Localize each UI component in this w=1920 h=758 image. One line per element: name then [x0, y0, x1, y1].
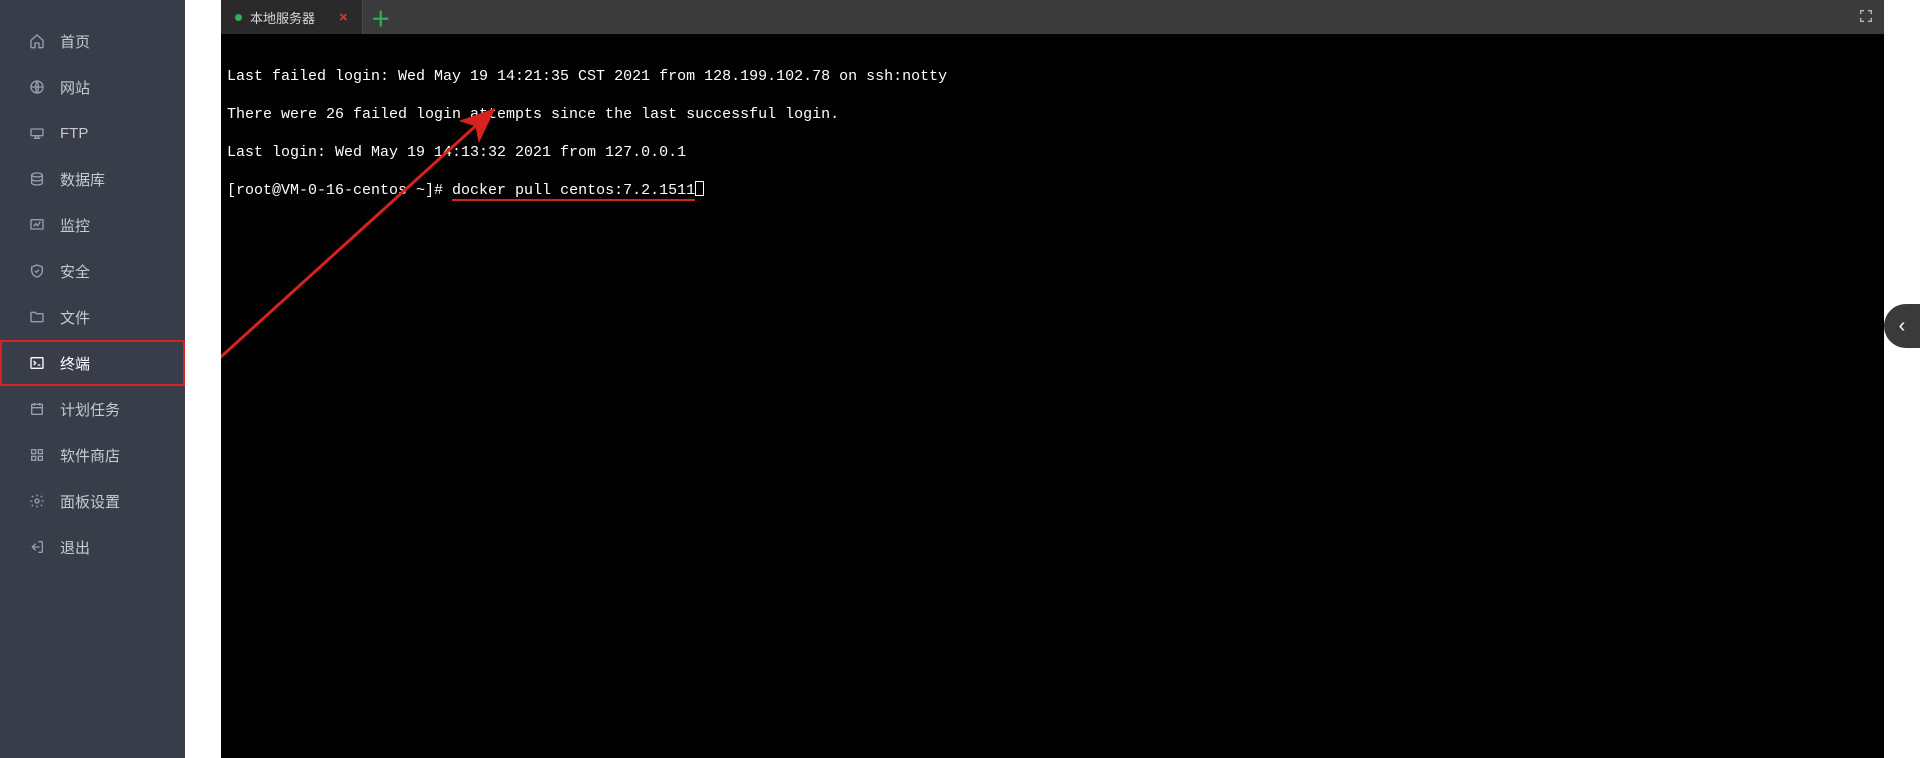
- terminal-prompt-line: [root@VM-0-16-centos ~]# docker pull cen…: [227, 181, 1878, 200]
- tab-close-icon[interactable]: ×: [339, 9, 348, 26]
- sidebar-item-label: 终端: [60, 353, 90, 374]
- sidebar-gap: [185, 0, 221, 758]
- tab-add-button[interactable]: ＋: [363, 0, 399, 34]
- chevron-left-icon: ‹: [1899, 315, 1906, 338]
- home-icon: [28, 32, 46, 50]
- tab-label: 本地服务器: [250, 8, 315, 27]
- terminal-line: Last login: Wed May 19 14:13:32 2021 fro…: [227, 143, 1878, 162]
- sidebar-item-label: 退出: [60, 537, 90, 558]
- sidebar-item-label: 监控: [60, 215, 90, 236]
- sidebar-item-label: 网站: [60, 77, 90, 98]
- terminal-cursor: [695, 181, 704, 196]
- terminal-icon: [28, 354, 46, 372]
- sidebar-item-security[interactable]: 安全: [0, 248, 185, 294]
- sidebar: 首页 网站 FTP 数据库 监控: [0, 0, 185, 758]
- fullscreen-icon[interactable]: [1858, 8, 1874, 29]
- sidebar-item-label: 面板设置: [60, 491, 120, 512]
- sidebar-item-file[interactable]: 文件: [0, 294, 185, 340]
- tasks-icon: [28, 400, 46, 418]
- sidebar-item-site[interactable]: 网站: [0, 64, 185, 110]
- terminal-output[interactable]: Last failed login: Wed May 19 14:21:35 C…: [221, 34, 1884, 758]
- terminal-line: Last failed login: Wed May 19 14:21:35 C…: [227, 67, 1878, 86]
- sidebar-item-label: 首页: [60, 31, 90, 52]
- sidebar-item-database[interactable]: 数据库: [0, 156, 185, 202]
- terminal-line: There were 26 failed login attempts sinc…: [227, 105, 1878, 124]
- terminal-prompt: [root@VM-0-16-centos ~]#: [227, 182, 452, 199]
- sidebar-item-label: FTP: [60, 125, 88, 142]
- folder-icon: [28, 308, 46, 326]
- monitor-icon: [28, 216, 46, 234]
- sidebar-item-cron[interactable]: 计划任务: [0, 386, 185, 432]
- sidebar-item-label: 软件商店: [60, 445, 120, 466]
- terminal-tab[interactable]: 本地服务器 ×: [221, 0, 363, 34]
- sidebar-item-logout[interactable]: 退出: [0, 524, 185, 570]
- sidebar-item-panel-settings[interactable]: 面板设置: [0, 478, 185, 524]
- annotation-arrow: [221, 94, 521, 394]
- database-icon: [28, 170, 46, 188]
- sidebar-item-monitor[interactable]: 监控: [0, 202, 185, 248]
- settings-icon: [28, 492, 46, 510]
- main-area: 本地服务器 × ＋ Last failed login: Wed May 19 …: [221, 0, 1920, 758]
- sidebar-item-app-store[interactable]: 软件商店: [0, 432, 185, 478]
- terminal-tabbar: 本地服务器 × ＋: [221, 0, 1884, 34]
- logout-icon: [28, 538, 46, 556]
- tab-status-dot: [235, 14, 242, 21]
- ftp-icon: [28, 124, 46, 142]
- sidebar-item-label: 计划任务: [60, 399, 120, 420]
- sidebar-item-label: 安全: [60, 261, 90, 282]
- side-collapse-handle[interactable]: ‹: [1884, 304, 1920, 348]
- globe-icon: [28, 78, 46, 96]
- apps-icon: [28, 446, 46, 464]
- sidebar-item-terminal[interactable]: 终端: [0, 340, 185, 386]
- sidebar-item-home[interactable]: 首页: [0, 18, 185, 64]
- shield-icon: [28, 262, 46, 280]
- sidebar-item-ftp[interactable]: FTP: [0, 110, 185, 156]
- sidebar-item-label: 数据库: [60, 169, 105, 190]
- sidebar-item-label: 文件: [60, 307, 90, 328]
- terminal-command: docker pull centos:7.2.1511: [452, 182, 695, 201]
